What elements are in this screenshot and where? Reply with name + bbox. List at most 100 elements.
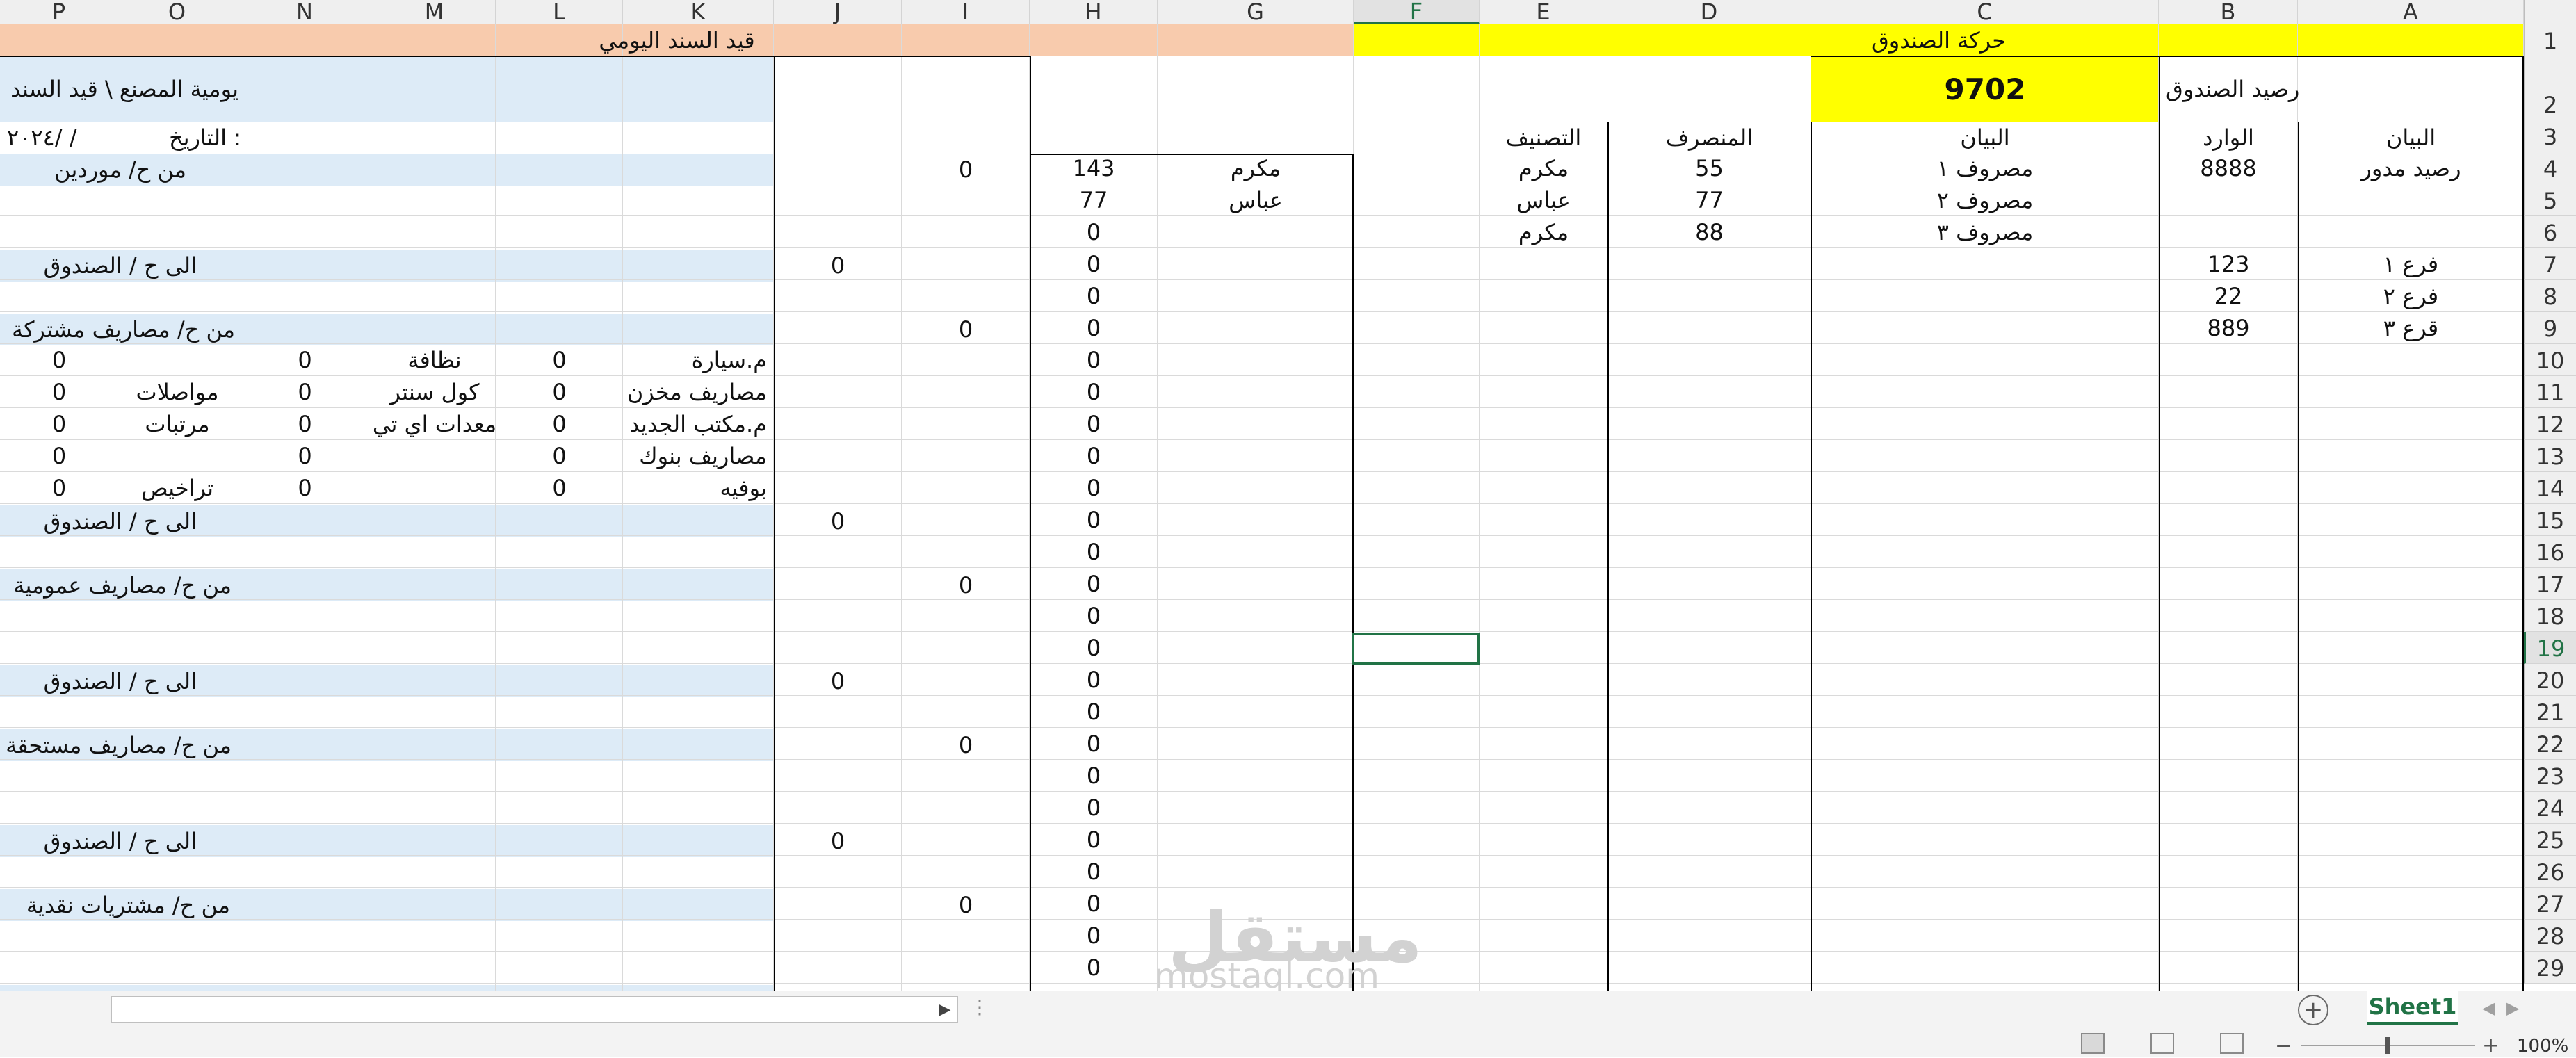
cash-purchases-value: 0 (958, 892, 973, 918)
outgoing-amount: 88 (1695, 219, 1724, 245)
row-header-23[interactable]: 23 (2524, 760, 2576, 792)
row-header-25[interactable]: 25 (2524, 824, 2576, 856)
column-header-a[interactable]: A (2298, 0, 2524, 25)
row-header-14[interactable]: 14 (2524, 472, 2576, 504)
sheet-tab[interactable]: Sheet1 (2367, 991, 2458, 1025)
row-header-29[interactable]: 29 (2524, 952, 2576, 984)
column-header-f[interactable]: F (1354, 0, 1480, 24)
row-header-12[interactable]: 12 (2524, 408, 2576, 440)
journal-title: قيد السند اليومي (599, 27, 755, 54)
outgoing-category: عباس (1516, 187, 1571, 213)
column-header-p[interactable]: P (0, 0, 118, 25)
page-break-icon[interactable] (2220, 1033, 2244, 1054)
expense-value-n: 0 (298, 379, 312, 405)
expense-value-l: 0 (552, 443, 567, 469)
row-header-2[interactable]: 2 (2524, 56, 2576, 120)
column-header-e[interactable]: E (1480, 0, 1607, 25)
selected-cell[interactable] (1352, 633, 1480, 665)
row-header-24[interactable]: 24 (2524, 792, 2576, 824)
zoom-out-icon[interactable]: − (2275, 1034, 2292, 1058)
h-value: 0 (1086, 699, 1101, 725)
column-header-c[interactable]: C (1811, 0, 2159, 25)
row-header-5[interactable]: 5 (2524, 184, 2576, 216)
expense-name-m: كول سنتر (389, 379, 480, 405)
h-value: 0 (1086, 283, 1101, 309)
row-header-20[interactable]: 20 (2524, 664, 2576, 696)
incoming-label: فرع ١ (2383, 251, 2439, 277)
column-header-b[interactable]: B (2159, 0, 2298, 25)
select-all-corner[interactable] (2524, 0, 2576, 24)
status-bar (0, 1030, 2576, 1057)
row-header-27[interactable]: 27 (2524, 888, 2576, 920)
row-header-1[interactable]: 1 (2524, 24, 2576, 56)
row-header-10[interactable]: 10 (2524, 344, 2576, 376)
row-header-17[interactable]: 17 (2524, 568, 2576, 600)
row-header-4[interactable]: 4 (2524, 152, 2576, 184)
h-value: 0 (1086, 315, 1101, 341)
column-header-n[interactable]: N (236, 0, 373, 25)
gridline-h (0, 631, 2524, 632)
row-header-15[interactable]: 15 (2524, 504, 2576, 536)
h-value: 0 (1086, 443, 1101, 469)
zoom-level[interactable]: 100% (2517, 1036, 2568, 1057)
cash-credit-value-1: 0 (830, 252, 845, 279)
expense-value-n: 0 (298, 443, 312, 469)
zoom-in-icon[interactable]: + (2482, 1034, 2500, 1058)
normal-view-icon[interactable] (2081, 1033, 2105, 1054)
splitter-icon[interactable]: ⋮ (970, 995, 989, 1018)
outgoing-label: مصروف ١ (1936, 155, 2034, 181)
row-header-16[interactable]: 16 (2524, 536, 2576, 568)
spreadsheet-grid[interactable]: حركة الصندوق قيد السند اليومي 9702 رصيد … (0, 0, 2576, 991)
column-header-o[interactable]: O (118, 0, 236, 25)
row-header-7[interactable]: 7 (2524, 248, 2576, 280)
incoming-label: قرع ٣ (2383, 315, 2439, 341)
expense-value-l: 0 (552, 379, 567, 405)
row-header-22[interactable]: 22 (2524, 728, 2576, 760)
row-header-26[interactable]: 26 (2524, 856, 2576, 888)
accrued-expenses-value: 0 (958, 732, 973, 758)
cash-box-title: حركة الصندوق (1871, 27, 2007, 54)
gridline-h (0, 951, 2524, 952)
column-header-m[interactable]: M (373, 0, 496, 25)
expense-value-n: 0 (298, 475, 312, 501)
header-c: البيان (1960, 124, 2010, 151)
expense-value-l: 0 (552, 475, 567, 501)
row-header-21[interactable]: 21 (2524, 696, 2576, 728)
watermark: مستقل mostaql.com (1140, 897, 1446, 991)
column-header-i[interactable]: I (902, 0, 1030, 25)
horizontal-scrollbar[interactable] (111, 996, 958, 1023)
column-header-h[interactable]: H (1030, 0, 1158, 25)
general-expenses-label: من ح/ مصاريف عمومية (13, 572, 232, 599)
incoming-amount: 889 (2207, 315, 2250, 341)
row-header-3[interactable]: 3 (2524, 120, 2576, 152)
column-header-d[interactable]: D (1607, 0, 1811, 25)
page-layout-icon[interactable] (2150, 1033, 2174, 1054)
h-value: 0 (1086, 890, 1101, 917)
column-header-l[interactable]: L (496, 0, 623, 25)
row-header-6[interactable]: 6 (2524, 216, 2576, 248)
row-header-18[interactable]: 18 (2524, 600, 2576, 632)
h-value: 0 (1086, 795, 1101, 821)
h-value: 0 (1086, 379, 1101, 405)
row-header-11[interactable]: 11 (2524, 376, 2576, 408)
watermark-arabic: مستقل (1168, 897, 1423, 978)
date-label: التاريخ : (168, 124, 241, 151)
outgoing-category: مكرم (1518, 155, 1569, 181)
column-header-k[interactable]: K (623, 0, 774, 25)
cash-credit-value-3: 0 (830, 668, 845, 694)
scroll-right-icon[interactable]: ▶ (932, 996, 958, 1023)
row-header-9[interactable]: 9 (2524, 312, 2576, 344)
outgoing-category: مكرم (1518, 219, 1569, 245)
expense-value-n: 0 (298, 347, 312, 373)
row-header-19[interactable]: 19 (2524, 632, 2576, 664)
next-sheet-icon[interactable]: ▶ (2506, 998, 2519, 1018)
row-header-28[interactable]: 28 (2524, 920, 2576, 952)
row-header-13[interactable]: 13 (2524, 440, 2576, 472)
zoom-thumb[interactable] (2385, 1037, 2390, 1054)
add-sheet-icon[interactable]: + (2298, 995, 2328, 1025)
prev-sheet-icon[interactable]: ◀ (2482, 998, 2495, 1018)
row-header-8[interactable]: 8 (2524, 280, 2576, 312)
h-value: 0 (1086, 219, 1101, 245)
column-header-g[interactable]: G (1158, 0, 1354, 25)
column-header-j[interactable]: J (774, 0, 902, 25)
